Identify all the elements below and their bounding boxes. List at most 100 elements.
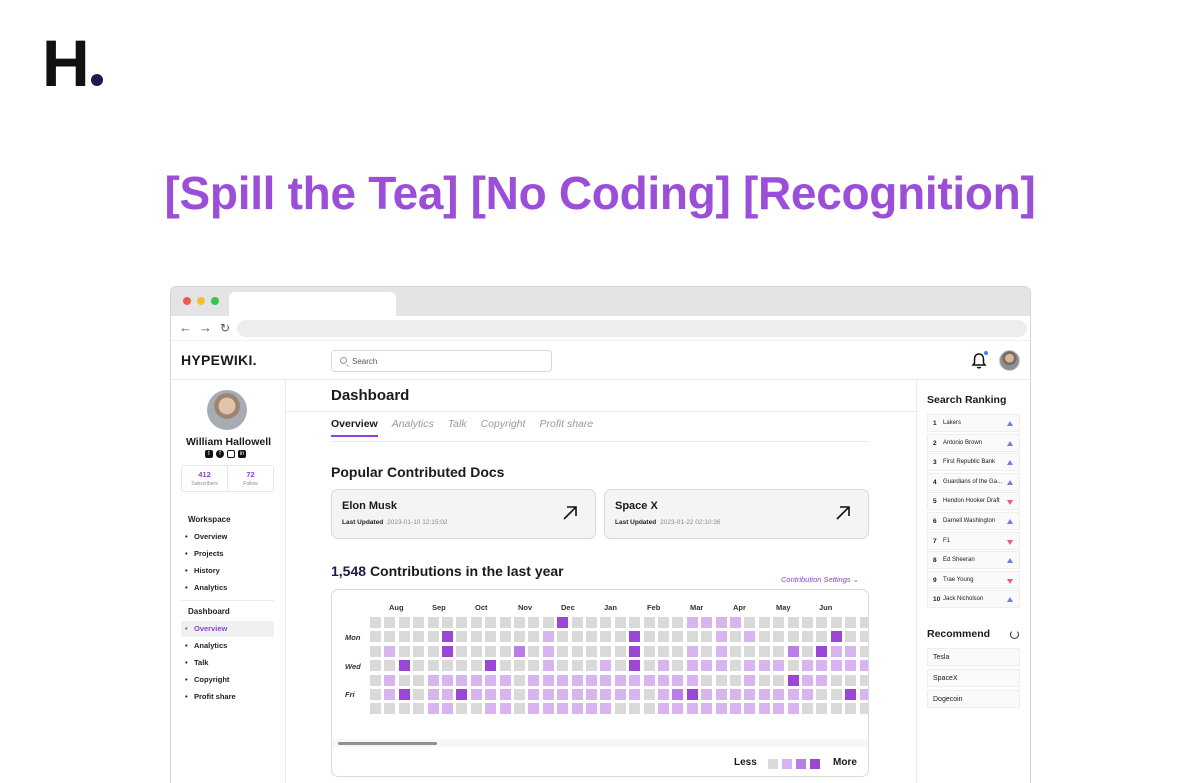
heatmap-cell[interactable] [787, 703, 799, 715]
heatmap-cell[interactable] [571, 674, 583, 686]
heatmap-cell[interactable] [715, 645, 727, 657]
heatmap-cell[interactable] [715, 631, 727, 643]
heatmap-cell[interactable] [629, 703, 641, 715]
heatmap-cell[interactable] [398, 703, 410, 715]
close-window-dot[interactable] [183, 297, 191, 305]
heatmap-cell[interactable] [730, 689, 741, 700]
heatmap-cell[interactable] [686, 645, 698, 657]
heatmap-cell[interactable] [485, 645, 497, 657]
ranking-item[interactable]: 3 First Republic Bank [927, 453, 1020, 472]
heatmap-cell[interactable] [499, 689, 511, 700]
heatmap-cell[interactable] [686, 674, 698, 686]
heatmap-cell[interactable] [802, 660, 813, 672]
heatmap-cell[interactable] [528, 617, 540, 628]
heatmap-cell[interactable] [629, 617, 641, 628]
ranking-item[interactable]: 8 Ed Sheeran [927, 551, 1020, 570]
heatmap-cell[interactable] [456, 631, 468, 643]
tab-copyright[interactable]: Copyright [481, 418, 526, 437]
heatmap-cell[interactable] [398, 631, 410, 643]
heatmap-cell[interactable] [859, 660, 868, 672]
heatmap-cell[interactable] [802, 703, 813, 715]
heatmap-cell[interactable] [802, 674, 813, 686]
heatmap-cell[interactable] [398, 645, 410, 657]
heatmap-cell[interactable] [686, 617, 698, 628]
heatmap-cell[interactable] [715, 703, 727, 715]
heatmap-cell[interactable] [715, 689, 727, 700]
heatmap-cell[interactable] [773, 660, 785, 672]
heatmap-cell[interactable] [816, 645, 828, 657]
follow-stat[interactable]: 72 Follow [227, 466, 273, 491]
recommend-item[interactable]: Tesla [927, 648, 1020, 666]
heatmap-cell[interactable] [744, 660, 756, 672]
heatmap-cell[interactable] [758, 689, 770, 700]
heatmap-cell[interactable] [730, 645, 741, 657]
heatmap-cell[interactable] [701, 703, 713, 715]
heatmap-cell[interactable] [773, 674, 785, 686]
heatmap-cell[interactable] [802, 645, 813, 657]
twitter-icon[interactable]: t [205, 450, 213, 458]
heatmap-cell[interactable] [485, 703, 497, 715]
heatmap-cell[interactable] [499, 617, 511, 628]
heatmap-cell[interactable] [427, 660, 439, 672]
heatmap-cell[interactable] [701, 631, 713, 643]
heatmap-cell[interactable] [427, 631, 439, 643]
ranking-item[interactable]: 5 Hendon Hooker Draft [927, 492, 1020, 511]
heatmap-cell[interactable] [557, 660, 569, 672]
url-field[interactable] [237, 320, 1027, 337]
heatmap-cell[interactable] [758, 660, 770, 672]
recommend-item[interactable]: SpaceX [927, 669, 1020, 687]
heatmap-cell[interactable] [773, 703, 785, 715]
heatmap-cell[interactable] [686, 660, 698, 672]
heatmap-cell[interactable] [470, 689, 482, 700]
sidebar-item-copyright[interactable]: Copyright [181, 672, 274, 688]
heatmap-cell[interactable] [528, 660, 540, 672]
ranking-item[interactable]: 4 Guardians of the Ga... [927, 472, 1020, 491]
heatmap-cell[interactable] [643, 617, 655, 628]
heatmap-cell[interactable] [758, 703, 770, 715]
app-brand[interactable]: HYPEWIKI. [181, 352, 257, 368]
heatmap-cell[interactable] [658, 617, 669, 628]
heatmap-cell[interactable] [384, 631, 396, 643]
heatmap-cell[interactable] [499, 674, 511, 686]
heatmap-cell[interactable] [370, 674, 381, 686]
heatmap-cell[interactable] [701, 674, 713, 686]
heatmap-cell[interactable] [830, 703, 842, 715]
heatmap-cell[interactable] [845, 689, 857, 700]
heatmap-cell[interactable] [859, 645, 868, 657]
heatmap-cell[interactable] [384, 674, 396, 686]
heatmap-cell[interactable] [686, 689, 698, 700]
heatmap-cell[interactable] [730, 631, 741, 643]
heatmap-cell[interactable] [787, 617, 799, 628]
heatmap-cell[interactable] [643, 703, 655, 715]
heatmap-cell[interactable] [773, 689, 785, 700]
heatmap-cell[interactable] [744, 631, 756, 643]
heatmap-cell[interactable] [571, 689, 583, 700]
heatmap-cell[interactable] [787, 660, 799, 672]
heatmap-cell[interactable] [542, 689, 554, 700]
heatmap-cell[interactable] [370, 631, 381, 643]
heatmap-cell[interactable] [456, 703, 468, 715]
heatmap-cell[interactable] [744, 689, 756, 700]
heatmap-cell[interactable] [787, 645, 799, 657]
heatmap-cell[interactable] [571, 660, 583, 672]
heatmap-cell[interactable] [859, 689, 868, 700]
heatmap-cell[interactable] [600, 631, 612, 643]
tab-analytics[interactable]: Analytics [392, 418, 434, 437]
heatmap-cell[interactable] [485, 689, 497, 700]
heatmap-cell[interactable] [384, 689, 396, 700]
heatmap-cell[interactable] [614, 689, 626, 700]
heatmap-cell[interactable] [773, 617, 785, 628]
heatmap-cell[interactable] [413, 674, 425, 686]
heatmap-cell[interactable] [528, 674, 540, 686]
heatmap-cell[interactable] [485, 631, 497, 643]
heatmap-cell[interactable] [413, 617, 425, 628]
heatmap-cell[interactable] [830, 631, 842, 643]
heatmap-cell[interactable] [528, 631, 540, 643]
sidebar-item-dashboard-overview[interactable]: Overview [181, 621, 274, 637]
heatmap-cell[interactable] [413, 660, 425, 672]
heatmap-cell[interactable] [730, 674, 741, 686]
heatmap-cell[interactable] [542, 660, 554, 672]
heatmap-cell[interactable] [571, 645, 583, 657]
heatmap-cell[interactable] [586, 674, 597, 686]
browser-tab[interactable] [229, 292, 396, 316]
